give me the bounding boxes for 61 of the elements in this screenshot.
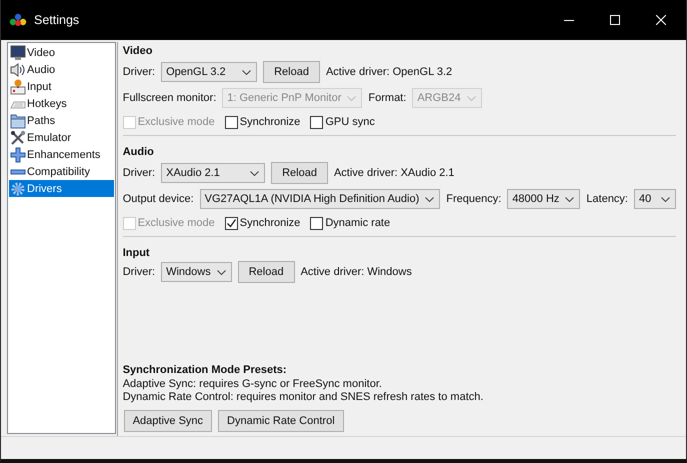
plus-icon [10,146,26,162]
field-label: Latency: [586,193,628,205]
reload-button[interactable]: Reload [263,61,320,83]
sidebar-item[interactable]: Enhancements [9,146,114,163]
field-label: Driver: [122,266,156,278]
section-heading: Input [122,247,151,261]
sidebar-item[interactable]: Paths [9,112,114,129]
monitor-icon [10,44,26,60]
field-label: Fullscreen monitor: [122,92,216,104]
presets-description: Adaptive Sync: requires G-sync or FreeSync monitor. [122,378,383,391]
reload-button[interactable]: Reload [238,261,295,283]
sidebar-item[interactable]: Video [9,44,114,61]
field-label: Output device: [122,193,194,205]
reload-button[interactable]: Reload [271,162,328,184]
presets-heading: Synchronization Mode Presets: [122,364,288,378]
sidebar-item[interactable]: Input [9,78,114,95]
sidebar-item[interactable]: Compatibility [9,163,114,180]
chevron-down-icon [425,196,434,202]
dropdown[interactable]: VG27AQL1A (NVIDIA High Definition Audio) [200,189,440,209]
dropdown[interactable]: 48000 Hz [507,189,580,209]
preset-button[interactable]: Adaptive Sync [124,410,212,432]
dropdown[interactable]: XAudio 2.1 [161,163,266,183]
preset-button[interactable]: Dynamic Rate Control [218,410,344,432]
chevron-down-icon [216,270,226,274]
field-label: Format: [368,92,406,104]
folder-icon [10,112,26,128]
tools-icon [10,130,26,146]
presets-description: Dynamic Rate Control: requires monitor and SNES refresh rates to match. [122,391,484,404]
chevron-down-icon [466,96,476,100]
dropdown[interactable]: OpenGL 3.2 [161,62,258,82]
checkbox[interactable]: GPU sync [310,116,375,128]
chevron-down-icon [250,170,260,176]
sidebar-item[interactable]: Drivers [9,180,114,197]
field-label: Driver: [122,167,156,179]
field-label: Driver: [122,66,156,78]
checkbox[interactable]: Synchronize [224,116,300,128]
status-text: Active driver: Windows [300,266,412,278]
checkbox[interactable]: Synchronize [224,216,300,230]
close-icon[interactable] [656,15,666,25]
status-text: Active driver: OpenGL 3.2 [326,66,452,78]
dropdown[interactable]: Windows [161,262,232,282]
chevron-down-icon [565,196,574,202]
sidebar-item[interactable]: Emulator [9,129,114,146]
window-title: Settings [34,13,80,27]
status-text: Active driver: XAudio 2.1 [334,167,454,179]
dropdown[interactable]: 40 [634,189,676,209]
checkbox[interactable]: Dynamic rate [310,216,390,230]
section-heading: Audio [122,146,155,160]
sidebar-item[interactable]: Hotkeys [9,95,114,112]
gear-icon [10,180,26,196]
chevron-down-icon [242,70,252,74]
chevron-down-icon [661,196,670,202]
chevron-down-icon [347,96,356,100]
maximize-icon[interactable] [610,15,620,25]
sidebar-item[interactable]: Audio [9,61,114,78]
speaker-icon [10,62,26,78]
field-label: Frequency: [446,193,502,205]
joystick-icon [10,78,26,94]
checkmark-icon [226,218,237,228]
app-logo-icon [9,13,27,27]
section-heading: Video [122,45,154,59]
